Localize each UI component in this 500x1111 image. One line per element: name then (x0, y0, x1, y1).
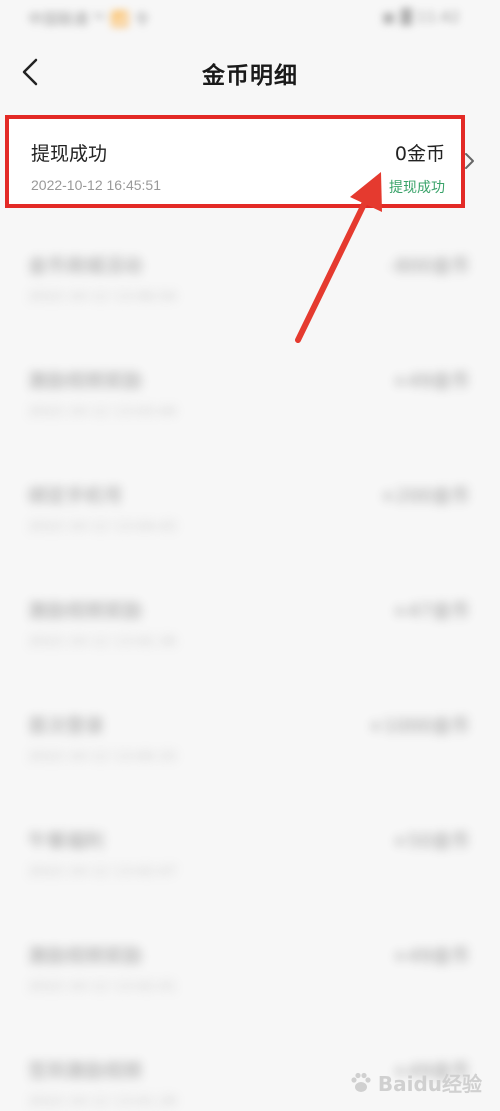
record-name: 首次登录 (28, 715, 105, 737)
record-name: 绑定手机号 (28, 485, 124, 507)
record-amount: -800金币 (388, 255, 470, 277)
record-amount: +47金币 (391, 600, 470, 622)
record-name: 金币商城活动 (28, 255, 143, 277)
list-item[interactable]: 激励视频奖励 2022-10-12 13:02:01 +49金币 (0, 895, 500, 1010)
watermark: Baidu经验 (348, 1068, 482, 1097)
paw-icon (351, 1072, 371, 1092)
list-item[interactable]: 午餐福利 2022-10-12 13:02:07 +50金币 (0, 780, 500, 895)
record-amount: +49金币 (391, 945, 470, 967)
record-name: 激励视频奖励 (28, 945, 143, 967)
list-item[interactable]: 首次登录 2022-10-12 13:00:33 +1000金币 (0, 665, 500, 780)
watermark-text: Baidu经验 (377, 1072, 482, 1096)
record-time: 2022-10-12 13:03:44 (28, 404, 177, 420)
record-time: 2022-10-12 13:02:01 (28, 979, 177, 995)
chevron-right-icon[interactable] (463, 150, 477, 172)
status-bar-right: ▣ ▓ 11:42 (381, 8, 460, 26)
list-item[interactable]: 金币商城活动 2022-10-12 13:06:54 -800金币 (0, 205, 500, 320)
record-name: 提现成功 (31, 143, 108, 165)
record-time: 2022-10-12 13:00:33 (28, 749, 177, 765)
record-amount: +49金币 (391, 370, 470, 392)
record-time: 2022-10-12 13:02:07 (28, 864, 177, 880)
list-item[interactable]: 激励视频奖励 2022-10-12 13:03:44 +49金币 (0, 320, 500, 435)
record-amount: +200金币 (379, 485, 470, 507)
record-list: 金币商城活动 2022-10-12 13:06:54 -800金币 激励视频奖励… (0, 205, 500, 1111)
page-title: 金币明细 (202, 63, 298, 89)
record-name: 午餐福利 (28, 830, 105, 852)
record-name: 激励视频奖励 (28, 370, 143, 392)
list-item[interactable]: 激励视频奖励 2022-10-12 13:02:36 +47金币 (0, 550, 500, 665)
header-bar: 金币明细 (0, 44, 500, 104)
record-amount: +1000金币 (367, 715, 470, 737)
record-amount: +50金币 (391, 830, 470, 852)
record-time: 2022-10-12 16:45:51 (31, 177, 161, 193)
record-status: 提现成功 (389, 180, 445, 196)
record-name: 签到激励视频 (28, 1060, 143, 1082)
record-time: 2022-10-12 13:06:54 (28, 289, 177, 305)
status-bar: 中国联通 ⁵ᴳ 📶 令 ▣ ▓ 11:42 (0, 0, 500, 38)
record-time: 2022-10-12 13:04:43 (28, 519, 177, 535)
record-amount: 0金币 (394, 143, 445, 165)
record-time: 2022-10-12 13:01:29 (28, 1094, 177, 1110)
status-bar-left: 中国联通 ⁵ᴳ 📶 令 (28, 10, 150, 28)
list-item[interactable]: 绑定手机号 2022-10-12 13:04:43 +200金币 (0, 435, 500, 550)
record-name: 激励视频奖励 (28, 600, 143, 622)
record-time: 2022-10-12 13:02:36 (28, 634, 177, 650)
highlighted-record[interactable]: 提现成功 2022-10-12 16:45:51 0金币 提现成功 (5, 115, 465, 208)
